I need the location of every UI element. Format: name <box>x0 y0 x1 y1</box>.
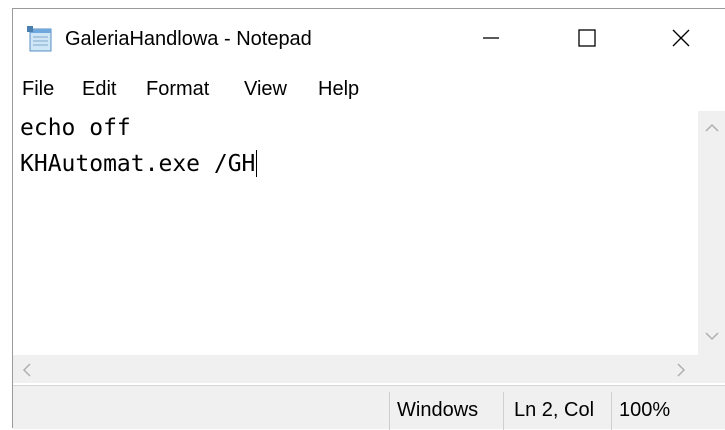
status-zoom: 100% <box>619 399 671 421</box>
status-line-ending: Windows <box>397 399 479 421</box>
editor-line-text: KHAutomat.exe /GH <box>20 151 256 177</box>
text-caret <box>256 150 258 177</box>
window-title: GaleriaHandlowa - Notepad <box>65 28 312 50</box>
minimize-icon <box>481 28 501 53</box>
desktop-background <box>0 0 12 428</box>
scroll-up-icon[interactable] <box>704 121 720 139</box>
editor-line: KHAutomat.exe /GH <box>20 150 258 177</box>
title-bar[interactable]: GaleriaHandlowa - Notepad <box>13 9 725 71</box>
menu-file[interactable]: File <box>22 78 54 101</box>
menu-format[interactable]: Format <box>146 78 209 101</box>
scroll-down-icon[interactable] <box>704 329 720 347</box>
close-icon <box>671 28 691 53</box>
minimize-button[interactable] <box>443 9 539 71</box>
menu-help[interactable]: Help <box>318 78 359 101</box>
vertical-scrollbar[interactable] <box>698 111 725 355</box>
status-cursor-position: Ln 2, Col <box>514 399 595 421</box>
editor-line-text: echo off <box>20 115 131 141</box>
status-divider <box>503 392 504 430</box>
status-bar: Windows Ln 2, Col 100% <box>13 385 725 430</box>
notepad-icon <box>27 26 54 52</box>
menu-bar: File Edit Format View Help <box>13 71 725 109</box>
menu-view[interactable]: View <box>244 78 287 101</box>
maximize-icon <box>577 28 597 53</box>
close-button[interactable] <box>635 9 725 71</box>
notepad-window: GaleriaHandlowa - Notepad File Edit Form… <box>12 8 725 430</box>
editor-line: echo off <box>20 115 131 141</box>
maximize-button[interactable] <box>539 9 635 71</box>
scroll-left-icon[interactable] <box>21 362 33 383</box>
horizontal-scrollbar[interactable] <box>13 355 698 383</box>
status-divider <box>611 392 612 430</box>
scrollbar-corner <box>698 355 725 383</box>
menu-edit[interactable]: Edit <box>82 78 116 101</box>
status-divider <box>389 392 390 430</box>
text-editor[interactable]: echo off KHAutomat.exe /GH <box>13 111 698 355</box>
scroll-right-icon[interactable] <box>675 362 687 383</box>
